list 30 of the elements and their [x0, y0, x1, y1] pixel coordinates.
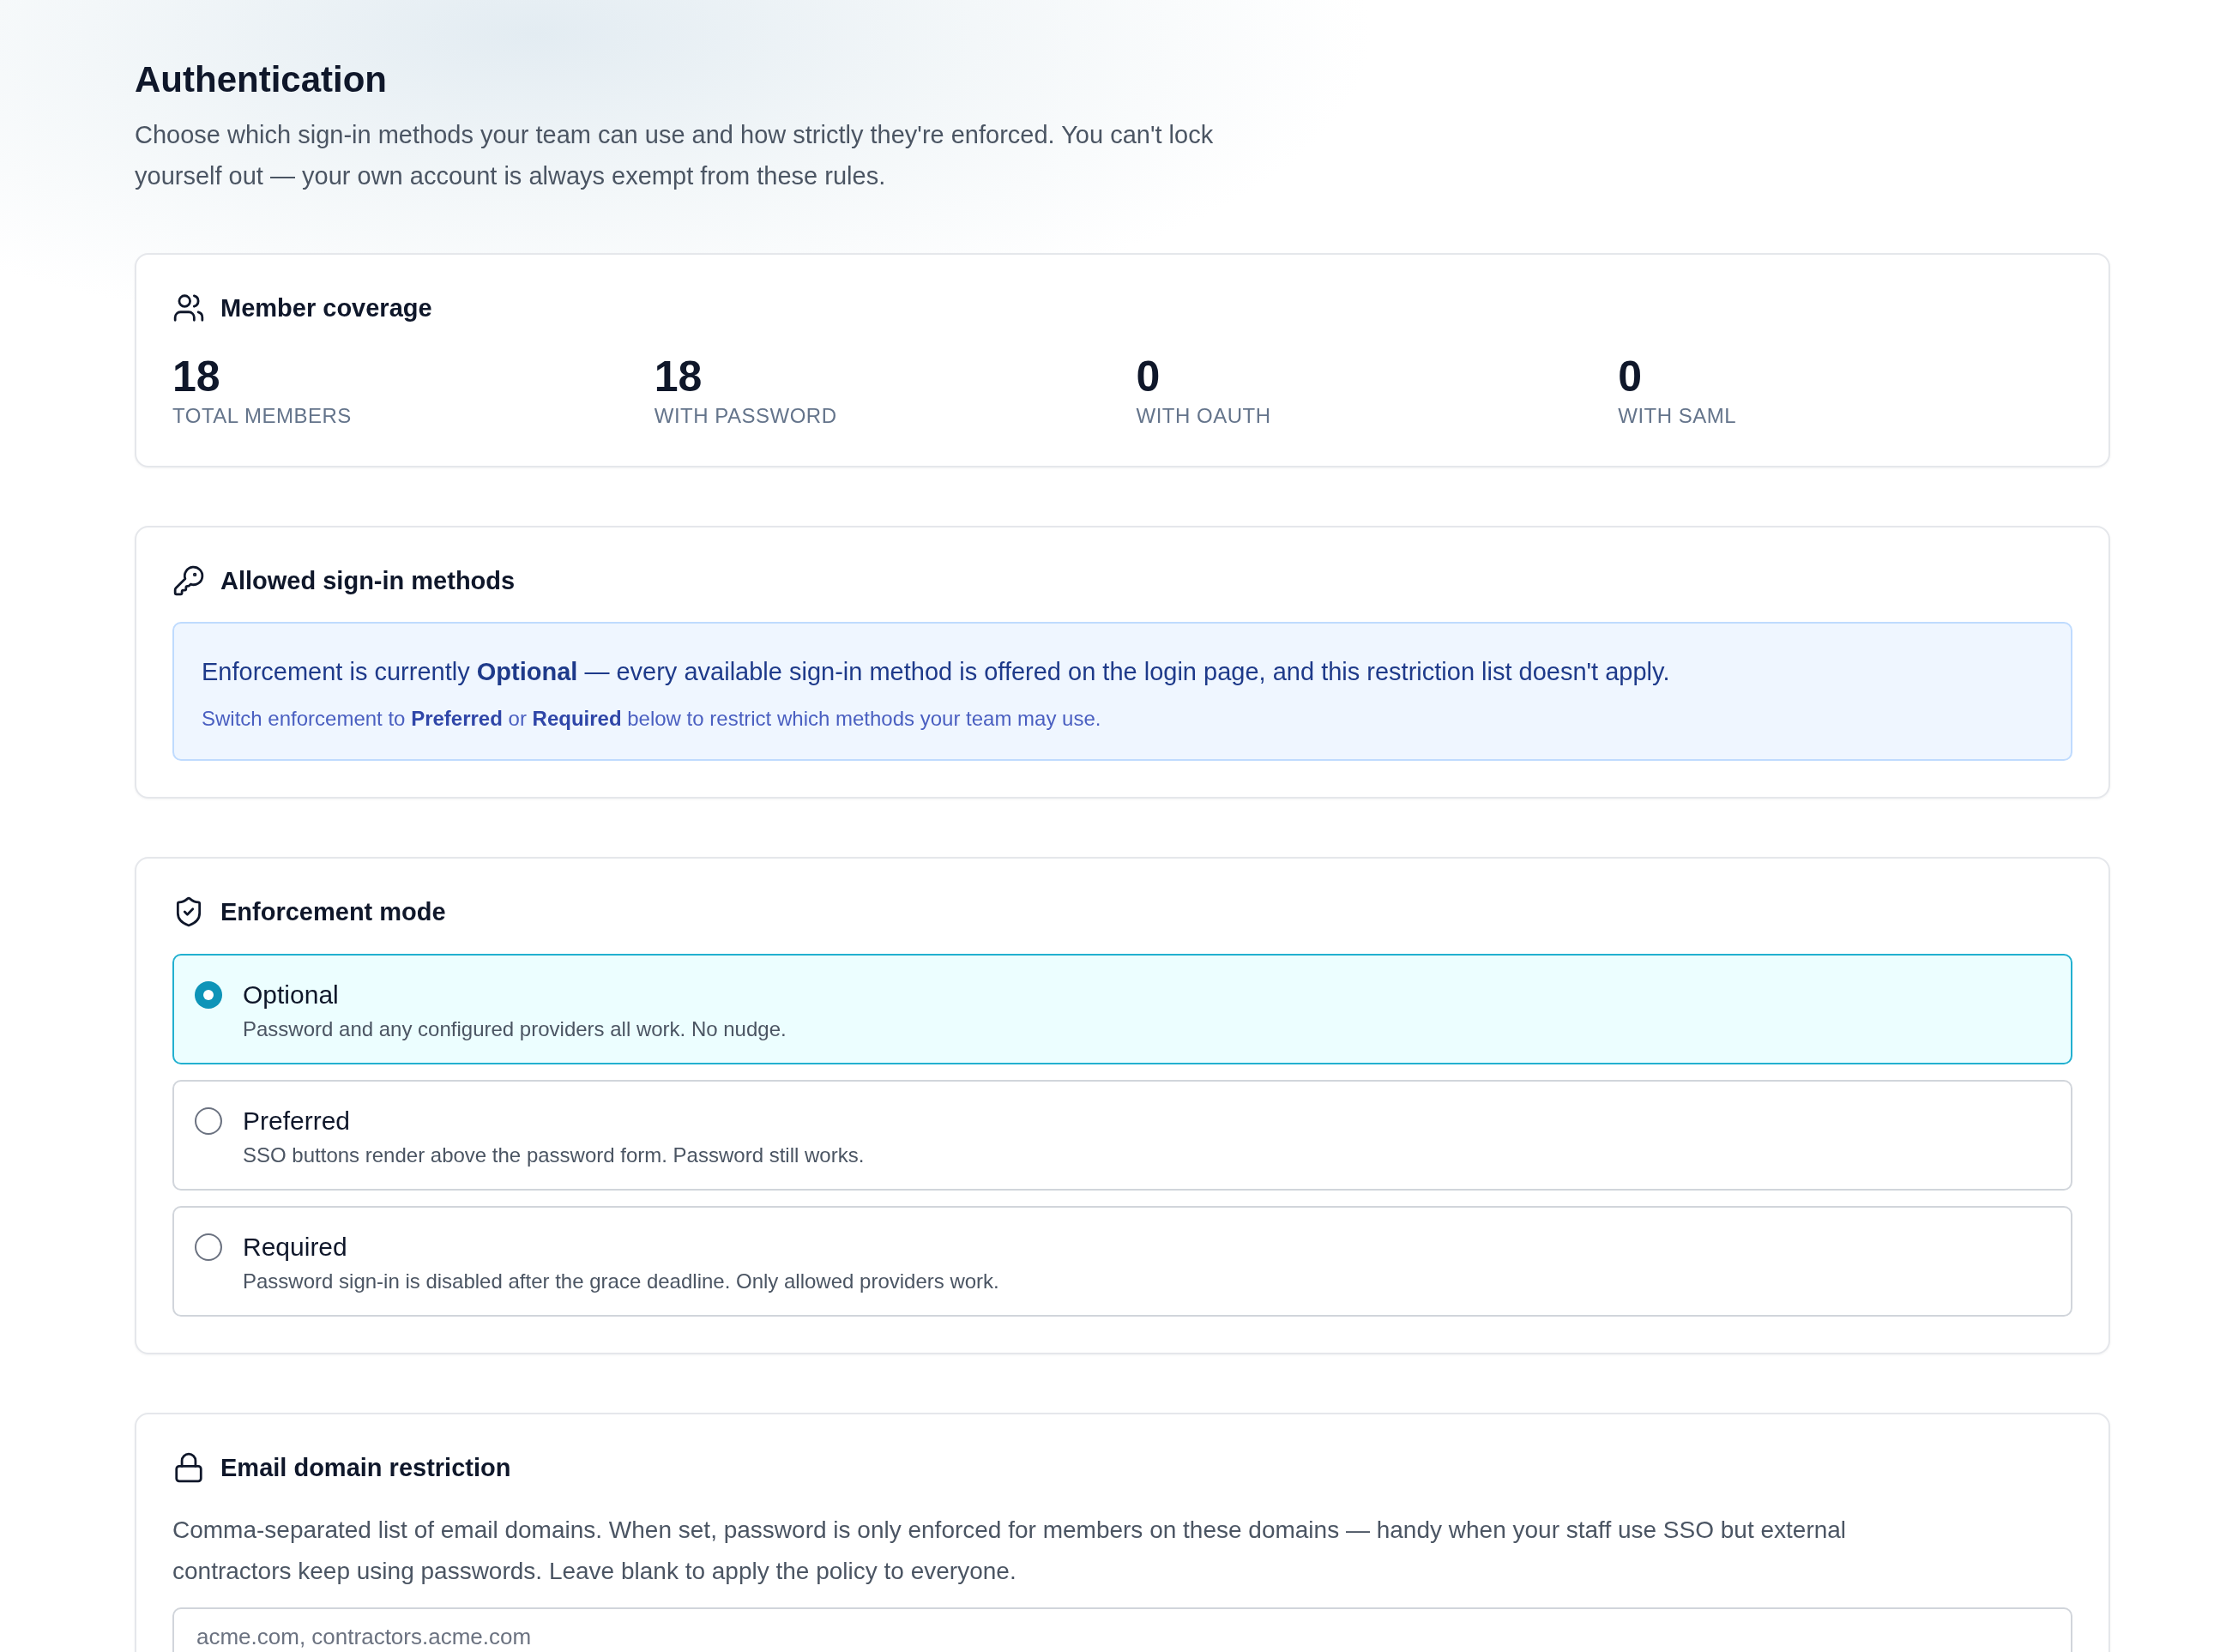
- email-domain-description: Comma-separated list of email domains. When set, password is only enforced for members on these domains — handy when your staff use SSO but external contractors keep using passwords. Leave blank to apply the policy to everyone.: [172, 1516, 1848, 1586]
- stat-value: 0: [1618, 353, 1643, 401]
- option-description: SSO buttons render above the password form. Password still works.: [243, 1143, 865, 1168]
- enforcement-option[interactable]: Required Password sign-in is disabled after the grace deadline. Only allowed providers work.: [172, 1206, 2072, 1317]
- section-title: Email domain restriction: [220, 1453, 511, 1483]
- enforcement-option[interactable]: Optional Password and any configured providers all work. No nudge.: [172, 954, 2072, 1064]
- stat-label: WITH SAML: [1618, 403, 1737, 429]
- stat-value: 18: [172, 353, 220, 401]
- page-description: Choose which sign-in methods your team can use and how strictly they're enforced. You can't lock yourself out — your own account is always exempt from these rules.: [135, 120, 1215, 191]
- users-icon: [172, 292, 205, 324]
- stat-value: 18: [654, 353, 703, 401]
- section-title: Allowed sign-in methods: [220, 566, 516, 596]
- option-title: Preferred: [243, 1106, 352, 1137]
- enforcement-option[interactable]: Preferred SSO buttons render above the password form. Password still works.: [172, 1080, 2072, 1191]
- option-description: Password sign-in is disabled after the grace deadline. Only allowed providers work.: [243, 1269, 999, 1294]
- stat-value: 0: [1136, 353, 1161, 401]
- option-title: Required: [243, 1232, 348, 1263]
- page-title: Authentication: [135, 58, 387, 101]
- option-title: Optional: [243, 980, 340, 1010]
- key-icon: [172, 564, 205, 597]
- lock-icon: [172, 1451, 205, 1484]
- option-description: Password and any configured providers all work. No nudge.: [243, 1016, 787, 1042]
- stat-label: TOTAL MEMBERS: [172, 403, 352, 429]
- section-title: Member coverage: [220, 293, 432, 323]
- stat-label: WITH PASSWORD: [654, 403, 837, 429]
- notice-hint: Switch enforcement to Preferred or Required below to restrict which methods your team may use.: [202, 706, 1102, 732]
- domain-input[interactable]: acme.com, contractors.acme.com: [172, 1607, 2072, 1652]
- stat-label: WITH OAUTH: [1136, 403, 1271, 429]
- notice-message: Enforcement is currently Optional — every available sign-in method is offered on the login page, and this restriction list doesn't apply.: [202, 657, 1671, 687]
- section-title: Enforcement mode: [220, 897, 446, 927]
